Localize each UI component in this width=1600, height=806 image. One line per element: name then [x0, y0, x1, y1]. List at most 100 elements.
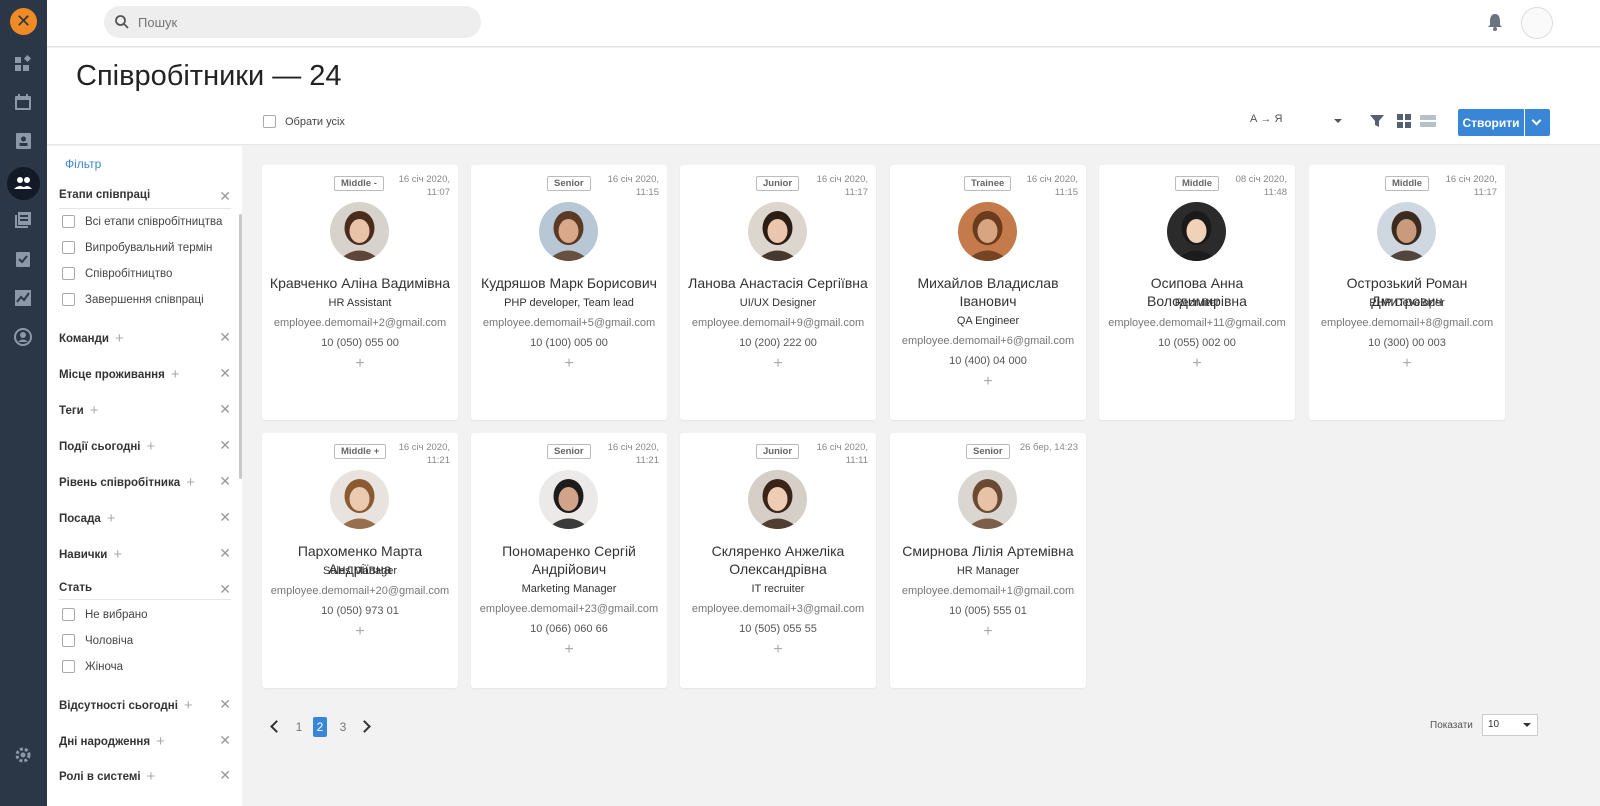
employee-email[interactable]: employee.demomail+3@gmail.com — [686, 603, 870, 615]
employee-phone[interactable]: 10 (005) 555 01 — [896, 605, 1080, 617]
employee-photo[interactable] — [330, 470, 389, 529]
dashboard-icon[interactable] — [12, 53, 34, 75]
employee-phone[interactable]: 10 (050) 973 01 — [268, 605, 452, 617]
filter-option[interactable]: Чоловіча — [62, 634, 133, 647]
add-icon[interactable]: + — [268, 623, 452, 641]
employee-photo[interactable] — [958, 202, 1017, 261]
employee-name[interactable]: Кудряшов Марк Борисович — [477, 274, 661, 292]
employee-card[interactable]: Junior 16 січ 2020, 11:17 Ланова Анастасія … — [680, 165, 876, 420]
checkbox[interactable] — [263, 115, 276, 128]
app-logo[interactable]: ✕ — [10, 8, 37, 35]
contacts-icon[interactable] — [12, 130, 34, 152]
employee-phone[interactable]: 10 (100) 005 00 — [477, 337, 661, 349]
employee-phone[interactable]: 10 (066) 060 66 — [477, 623, 661, 635]
employee-photo[interactable] — [1167, 202, 1226, 261]
close-icon[interactable]: ✕ — [219, 545, 231, 562]
employee-card[interactable]: Senior 16 січ 2020, 11:15 Кудряшов Марк Бор… — [471, 165, 667, 420]
employee-photo[interactable] — [539, 470, 598, 529]
add-icon[interactable]: + — [686, 641, 870, 659]
plus-icon[interactable]: + — [171, 366, 180, 383]
filter-option[interactable]: Завершення співпраці — [62, 293, 204, 306]
plus-icon[interactable]: + — [186, 474, 195, 491]
employee-card[interactable]: Senior 26 бер, 14:23 Смирнова Лілія Артемі… — [890, 433, 1086, 688]
checkbox[interactable] — [62, 267, 75, 280]
employee-email[interactable]: employee.demomail+11@gmail.com — [1105, 317, 1289, 329]
employee-email[interactable]: employee.demomail+1@gmail.com — [896, 585, 1080, 597]
add-icon[interactable]: + — [896, 623, 1080, 641]
plus-icon[interactable]: + — [90, 402, 99, 419]
employee-photo[interactable] — [958, 470, 1017, 529]
chevron-left-icon[interactable] — [270, 720, 283, 733]
filter-option[interactable]: Всі етапи співробітництва — [62, 215, 222, 228]
checkbox[interactable] — [62, 608, 75, 621]
employee-name[interactable]: Михайлов Владислав Іванович — [896, 274, 1080, 310]
create-button[interactable]: Створити — [1458, 109, 1524, 136]
create-dropdown-button[interactable] — [1525, 109, 1550, 136]
close-icon[interactable]: ✕ — [219, 437, 231, 454]
tasks-icon[interactable] — [12, 248, 34, 270]
grid-view-icon[interactable] — [1396, 113, 1412, 129]
close-icon[interactable]: ✕ — [219, 767, 231, 784]
close-icon[interactable]: ✕ — [219, 365, 231, 382]
settings-icon[interactable] — [13, 745, 33, 765]
checkbox[interactable] — [62, 241, 75, 254]
filter-section-teams[interactable]: Команди + ✕ — [59, 329, 231, 347]
page-link[interactable]: 1 — [294, 717, 304, 737]
close-icon[interactable]: ✕ — [219, 732, 231, 749]
employee-phone[interactable]: 10 (505) 055 55 — [686, 623, 870, 635]
filter-section-stages[interactable]: Етапи співпраці ✕ — [59, 188, 231, 204]
employee-card[interactable]: Junior 16 січ 2020, 11:11 Скляренко Анжелік… — [680, 433, 876, 688]
employee-name[interactable]: Пономаренко Сергій Андрійович — [477, 542, 661, 578]
close-icon[interactable]: ✕ — [219, 696, 231, 713]
filter-section-skills[interactable]: Навички + ✕ — [59, 545, 231, 563]
plus-icon[interactable]: + — [184, 697, 193, 714]
search-box[interactable] — [104, 6, 481, 38]
employee-card[interactable]: Middle 08 січ 2020, 11:48 Осипова Анна Воло… — [1099, 165, 1295, 420]
employee-photo[interactable] — [539, 202, 598, 261]
close-icon[interactable]: ✕ — [219, 509, 231, 526]
plus-icon[interactable]: + — [147, 768, 156, 785]
filter-option[interactable]: Випробувальний термін — [62, 241, 212, 254]
library-icon[interactable] — [12, 209, 34, 231]
employee-card[interactable]: Middle +16 січ 2020, 11:21 Пархоменко Март… — [262, 433, 458, 688]
close-icon[interactable]: ✕ — [219, 473, 231, 490]
add-icon[interactable]: + — [477, 641, 661, 659]
employee-email[interactable]: employee.demomail+9@gmail.com — [686, 317, 870, 329]
sort-select[interactable]: А → Я — [1250, 113, 1344, 133]
select-all-checkbox[interactable]: Обрати усіх — [263, 115, 345, 128]
filter-option[interactable]: Жіноча — [62, 660, 123, 673]
filter-section-absences[interactable]: Відсутності сьогодні + ✕ — [59, 696, 231, 714]
checkbox[interactable] — [62, 215, 75, 228]
analytics-icon[interactable] — [12, 287, 34, 309]
employee-photo[interactable] — [748, 470, 807, 529]
plus-icon[interactable]: + — [156, 733, 165, 750]
calendar-icon[interactable] — [12, 91, 34, 113]
employee-phone[interactable]: 10 (200) 222 00 — [686, 337, 870, 349]
add-icon[interactable]: + — [477, 355, 661, 373]
plus-icon[interactable]: + — [113, 546, 122, 563]
add-icon[interactable]: + — [1105, 355, 1289, 373]
employee-email[interactable]: employee.demomail+8@gmail.com — [1315, 317, 1499, 329]
checkbox[interactable] — [62, 634, 75, 647]
per-page-select[interactable]: 10 — [1482, 714, 1538, 736]
add-icon[interactable]: + — [896, 373, 1080, 391]
plus-icon[interactable]: + — [115, 330, 124, 347]
sidebar-scrollbar[interactable] — [239, 214, 242, 479]
employee-card[interactable]: Senior 16 січ 2020, 11:21 Пономаренко Сергі… — [471, 433, 667, 688]
add-icon[interactable]: + — [268, 355, 452, 373]
page-link-current[interactable]: 2 — [313, 717, 327, 737]
employee-email[interactable]: employee.demomail+20@gmail.com — [268, 585, 452, 597]
filter-section-tags[interactable]: Теги + ✕ — [59, 401, 231, 419]
employees-icon[interactable] — [12, 172, 34, 194]
employee-photo[interactable] — [748, 202, 807, 261]
employee-email[interactable]: employee.demomail+6@gmail.com — [896, 335, 1080, 347]
employee-photo[interactable] — [330, 202, 389, 261]
filter-section-position[interactable]: Посада + ✕ — [59, 509, 231, 527]
employee-email[interactable]: employee.demomail+2@gmail.com — [268, 317, 452, 329]
filter-section-location[interactable]: Місце проживання + ✕ — [59, 365, 231, 383]
filter-option[interactable]: Не вибрано — [62, 608, 148, 621]
add-icon[interactable]: + — [686, 355, 870, 373]
chevron-right-icon[interactable] — [358, 720, 371, 733]
profile-icon[interactable] — [12, 326, 34, 348]
filter-option[interactable]: Співробітництво — [62, 267, 172, 280]
